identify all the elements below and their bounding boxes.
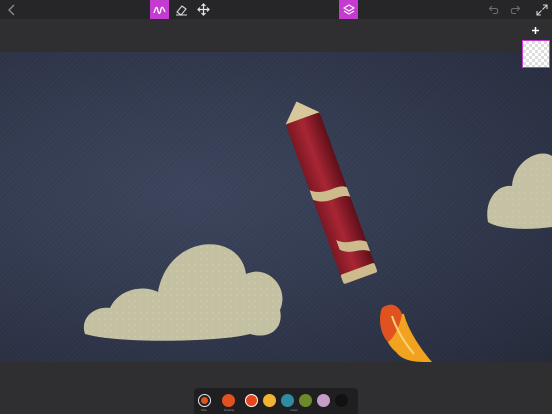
eraser-icon (176, 4, 187, 16)
color-swatch-yellow[interactable] (263, 394, 276, 407)
chevron-left-icon (7, 4, 14, 15)
draw-tool-button[interactable] (150, 0, 169, 19)
color-swatch-black[interactable] (335, 394, 348, 407)
redo-icon (510, 5, 520, 15)
undo-button[interactable] (484, 0, 503, 19)
color-swatch-teal[interactable] (281, 394, 294, 407)
color-swatch-olive-green[interactable] (299, 394, 312, 407)
eraser-tool-button[interactable] (172, 0, 191, 19)
redo-button[interactable] (505, 0, 524, 19)
paper-cloud-right (487, 153, 552, 229)
drawing-canvas[interactable] (0, 52, 552, 362)
layers-button[interactable] (339, 0, 358, 19)
scribble-icon (153, 6, 166, 14)
opacity-label: Opacity (223, 408, 235, 412)
layers-icon (342, 3, 355, 15)
paper-rocket (285, 101, 378, 284)
paper-cloud-left (83, 244, 283, 341)
photo-scene (83, 101, 552, 362)
brush-preview (201, 397, 208, 404)
app-window: Size Opacity Color (0, 0, 552, 414)
move-tool-button[interactable] (194, 0, 213, 19)
plus-icon (531, 26, 539, 34)
drawn-flame (380, 304, 432, 362)
brush-size-label: Size (201, 408, 207, 412)
back-button[interactable] (2, 0, 21, 19)
color-palette: Size Opacity Color (194, 388, 358, 414)
color-swatch-orange[interactable] (245, 394, 258, 407)
top-toolbar (0, 0, 552, 19)
expand-icon (535, 3, 548, 16)
color-swatch-red-orange[interactable] (222, 394, 235, 407)
brush-size-control[interactable] (198, 394, 211, 407)
color-swatch-lilac[interactable] (317, 394, 330, 407)
undo-icon (488, 5, 498, 15)
layer-thumbnail[interactable] (522, 40, 550, 68)
fullscreen-button[interactable] (532, 0, 551, 19)
move-arrows-icon (197, 3, 210, 16)
color-label: Color (290, 408, 298, 412)
add-layer-button[interactable] (528, 23, 542, 37)
